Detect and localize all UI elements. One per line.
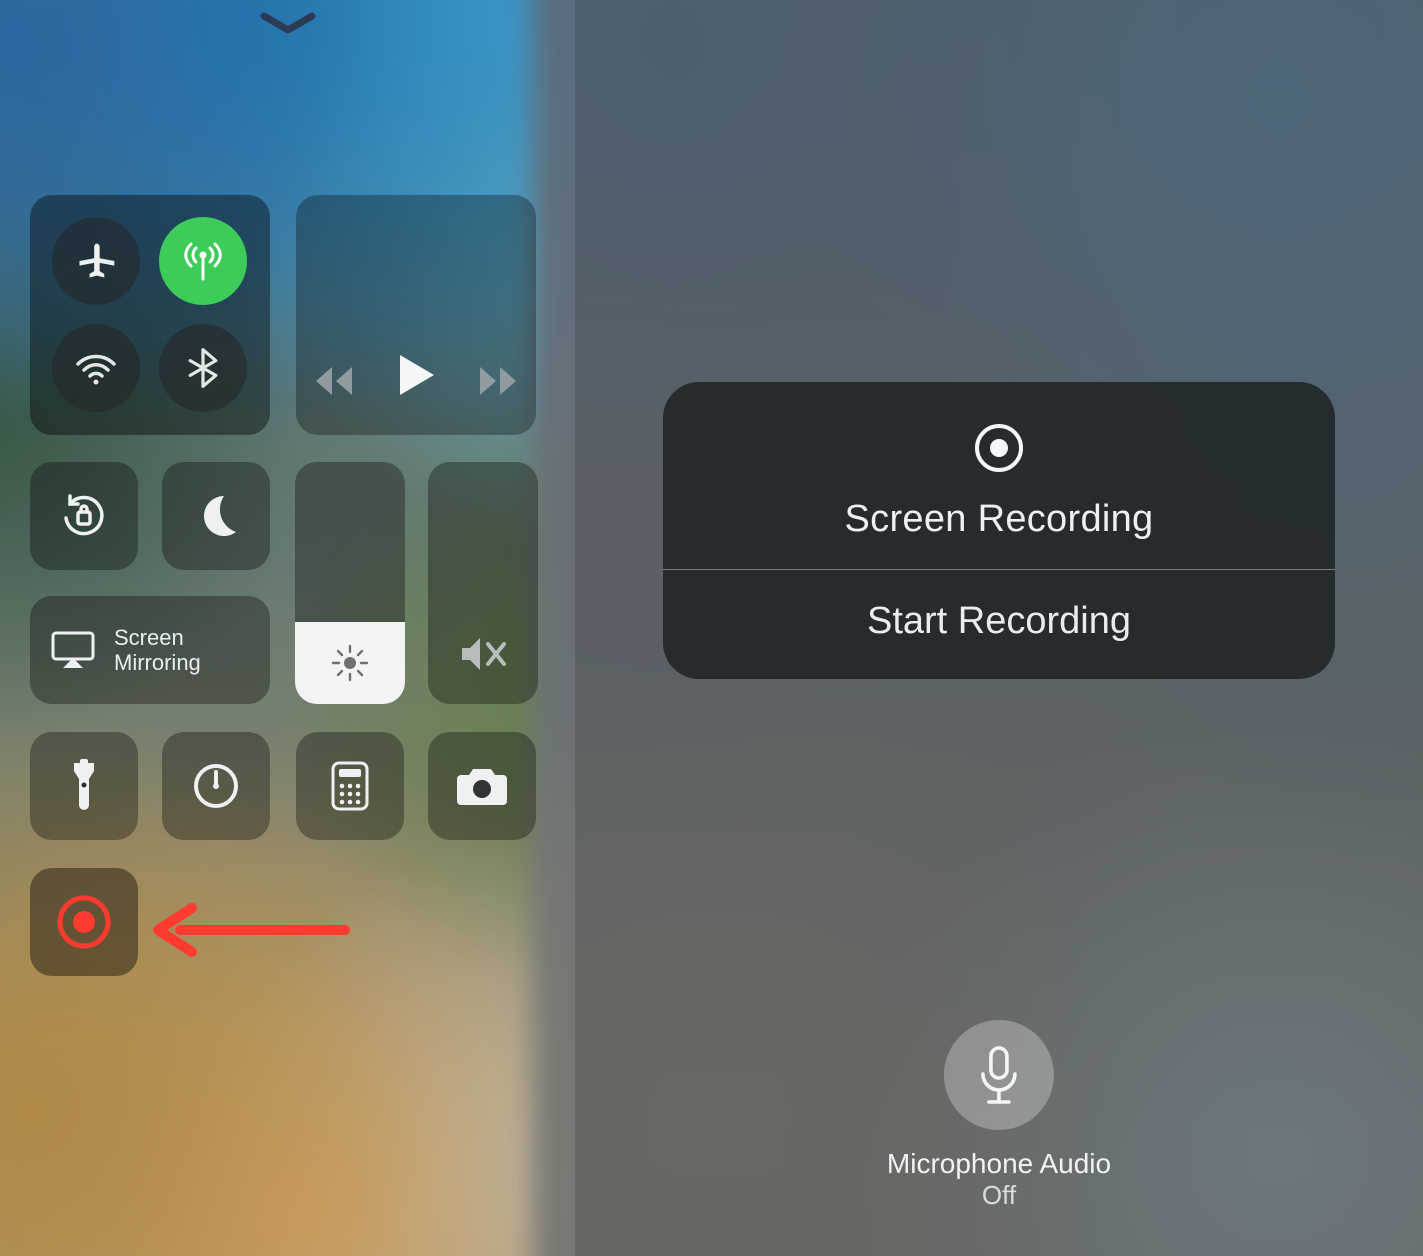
airplay-icon [50, 630, 96, 670]
sun-icon [330, 643, 370, 683]
volume-muted-icon [458, 632, 508, 676]
start-recording-button[interactable]: Start Recording [663, 570, 1335, 679]
wifi-icon [72, 344, 120, 392]
orientation-lock-icon [56, 488, 112, 544]
chevron-down-icon[interactable] [248, 2, 328, 42]
calculator-icon [330, 760, 370, 812]
timer-icon [190, 760, 242, 812]
cellular-data-toggle[interactable] [159, 217, 247, 305]
orientation-lock-button[interactable] [30, 462, 138, 570]
moon-icon [192, 492, 240, 540]
cellular-antenna-icon [179, 237, 227, 285]
camera-icon [455, 765, 509, 807]
brightness-slider[interactable] [295, 462, 405, 704]
screen-record-button[interactable] [30, 868, 138, 976]
screen-recording-expanded-panel: Screen Recording Start Recording [575, 0, 1423, 1256]
control-center-panel: Screen Mirroring [0, 0, 575, 1256]
screen-recording-card: Screen Recording Start Recording [663, 382, 1335, 679]
microphone-icon [975, 1044, 1023, 1106]
record-icon [973, 422, 1025, 474]
airplane-icon [74, 239, 118, 283]
timer-button[interactable] [162, 732, 270, 840]
airplane-mode-toggle[interactable] [52, 217, 140, 305]
flashlight-icon [66, 759, 102, 813]
bluetooth-icon [181, 346, 225, 390]
microphone-audio-toggle[interactable]: Microphone Audio Off [887, 1020, 1111, 1211]
bluetooth-toggle[interactable] [159, 324, 247, 412]
annotation-arrow-icon [150, 900, 350, 965]
record-icon [55, 893, 113, 951]
play-icon[interactable] [394, 351, 438, 399]
wifi-toggle[interactable] [52, 324, 140, 412]
media-controls-tile[interactable] [296, 195, 536, 435]
rewind-icon[interactable] [310, 363, 358, 399]
calculator-button[interactable] [296, 732, 404, 840]
camera-button[interactable] [428, 732, 536, 840]
microphone-audio-label: Microphone Audio [887, 1148, 1111, 1180]
flashlight-button[interactable] [30, 732, 138, 840]
card-title: Screen Recording [845, 498, 1154, 541]
do-not-disturb-button[interactable] [162, 462, 270, 570]
fast-forward-icon[interactable] [474, 363, 522, 399]
screen-mirroring-button[interactable]: Screen Mirroring [30, 596, 270, 704]
screen-mirroring-label: Screen Mirroring [114, 625, 201, 676]
volume-slider[interactable] [428, 462, 538, 704]
connectivity-tile[interactable] [30, 195, 270, 435]
microphone-audio-state: Off [887, 1180, 1111, 1211]
